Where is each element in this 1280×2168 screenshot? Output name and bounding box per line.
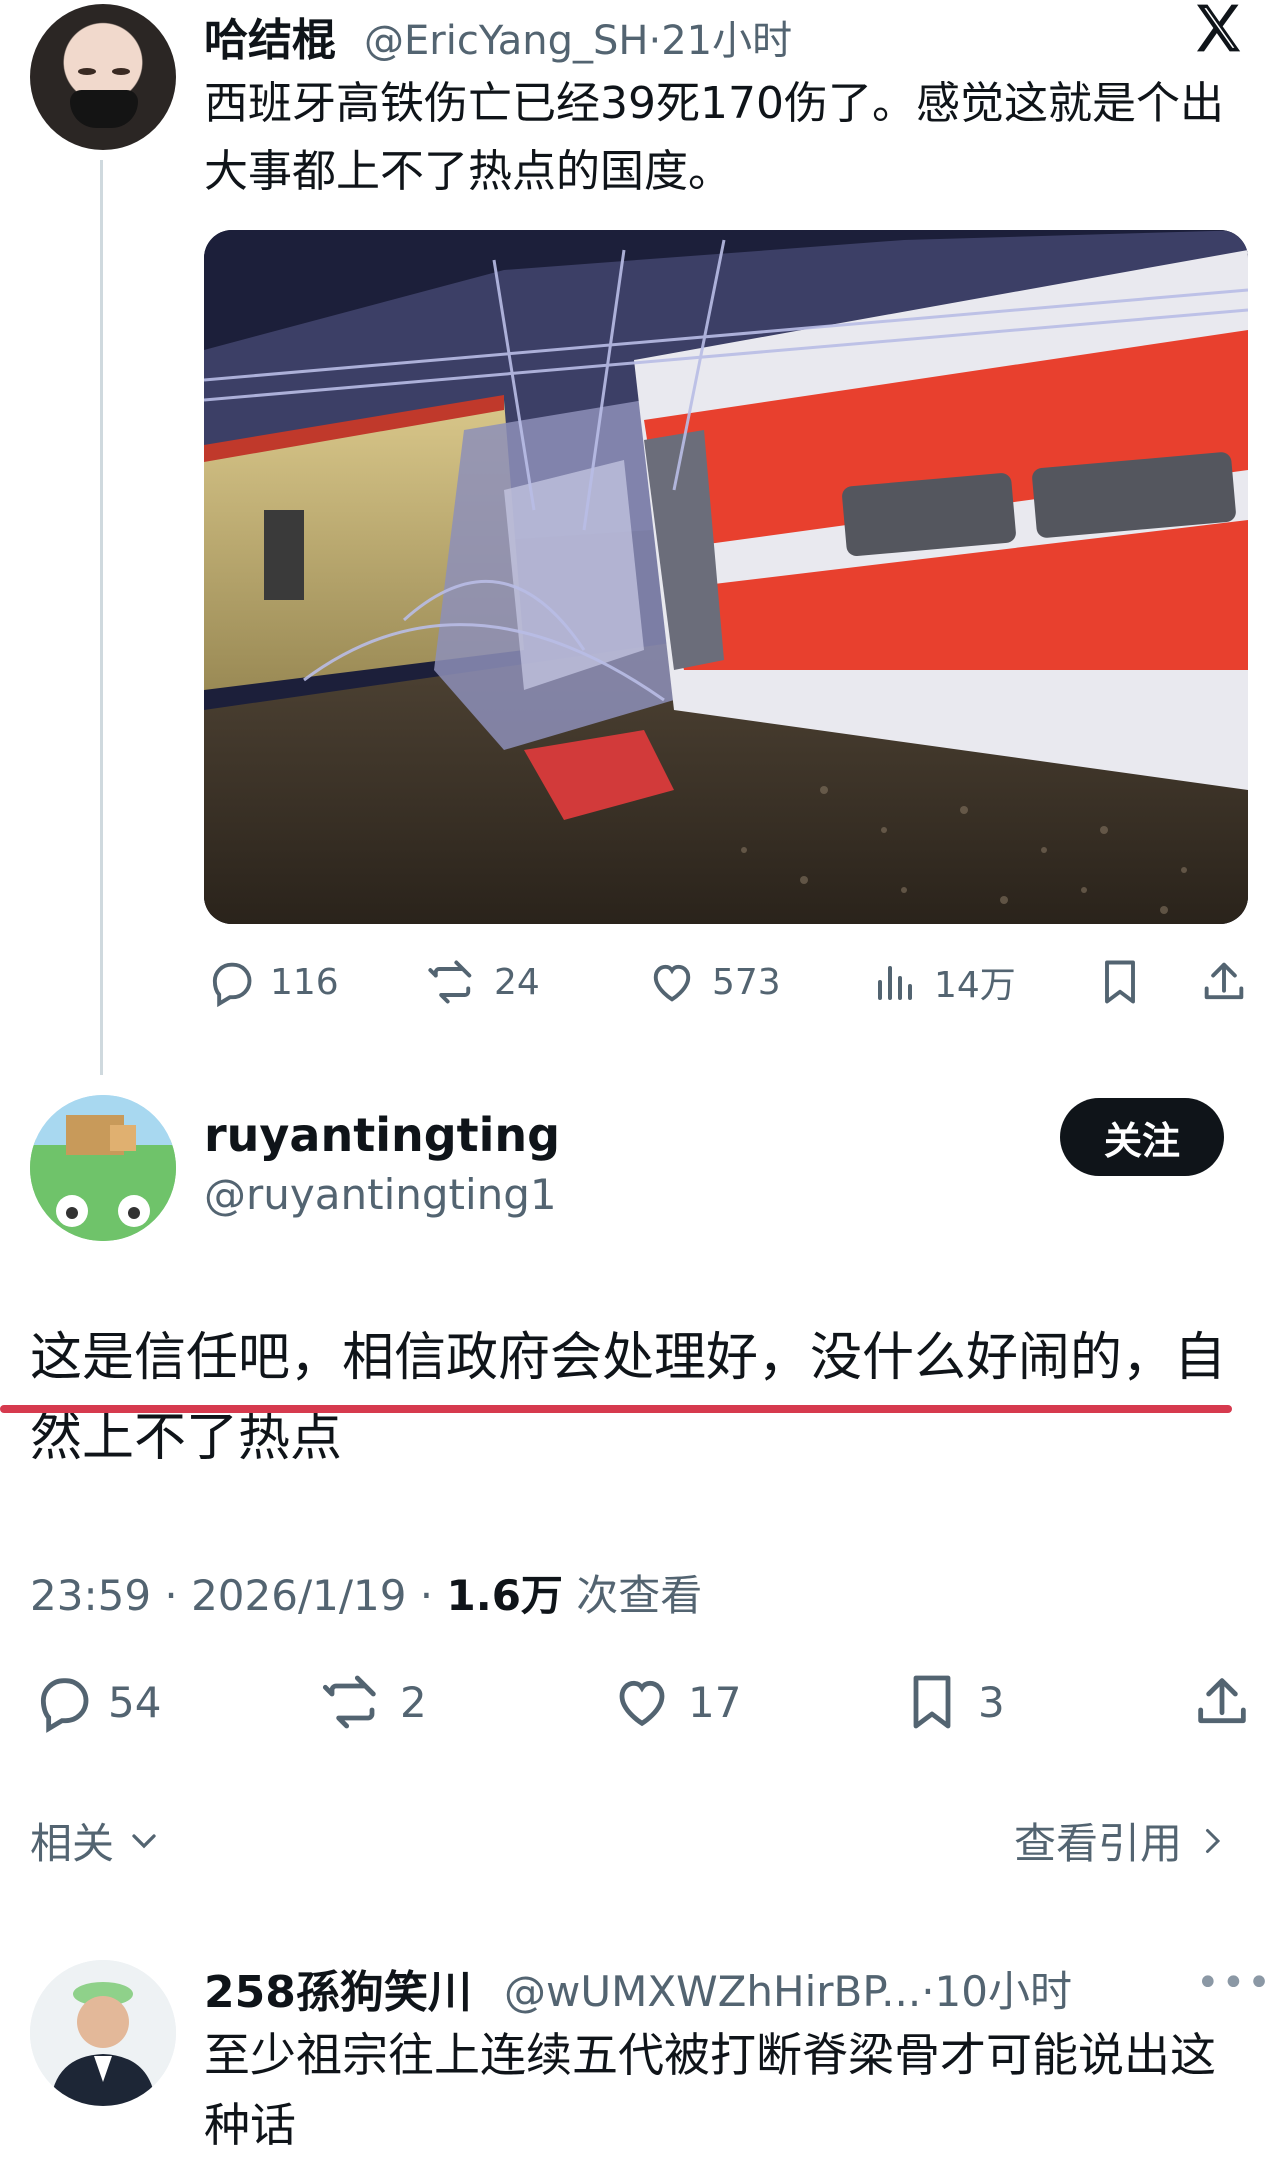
tweet-actions: 116 24 573 14万 [204, 956, 1250, 1008]
retweet-icon [322, 1675, 376, 1729]
reply-button[interactable]: 116 [204, 956, 424, 1008]
avatar-mask [70, 90, 138, 128]
avatar[interactable] [30, 1095, 176, 1241]
bookmark-button[interactable] [1094, 956, 1198, 1008]
like-count: 573 [712, 961, 781, 1003]
avatar-eye [78, 68, 96, 75]
related-dropdown[interactable]: 相关 [30, 1810, 164, 1871]
related-label: 相关 [30, 1819, 115, 1868]
retweet-button[interactable]: 2 [318, 1670, 610, 1734]
thread-line [100, 160, 103, 1075]
reply-count: 116 [270, 961, 339, 1003]
view-count: 14万 [934, 965, 1016, 1006]
chevron-right-icon [1206, 1828, 1221, 1853]
reply-icon [212, 962, 252, 1008]
like-button[interactable]: 573 [646, 956, 872, 1008]
reply-count: 54 [108, 1677, 162, 1727]
heart-icon [653, 964, 691, 1002]
share-button[interactable] [1198, 956, 1250, 1008]
like-button[interactable]: 17 [610, 1670, 900, 1734]
reply-author-handle[interactable]: @ruyantingting1 [204, 1170, 557, 1219]
author-name[interactable]: 哈结棍 [204, 4, 336, 68]
x-logo-icon [1197, 4, 1241, 52]
comment-author-name[interactable]: 258孫狗笑川 [204, 1956, 472, 2020]
cartoon-avatar-image [30, 1095, 176, 1241]
reply-views-count: 1.6万 [446, 1571, 563, 1620]
avatar-eye [112, 68, 130, 75]
comment-time: ·10小时 [921, 1967, 1072, 2016]
handle-text: @EricYang_SH [364, 18, 649, 64]
views-button[interactable]: 14万 [872, 956, 1094, 1008]
comment-text: 至少祖宗往上连续五代被打断脊梁骨才可能说出这种话 [204, 2028, 1216, 2152]
reply-button[interactable]: 54 [30, 1670, 318, 1734]
view-quotes-link[interactable]: 查看引用 [1014, 1810, 1230, 1871]
tweet-time: ·21小时 [648, 18, 793, 64]
bookmark-count: 3 [978, 1677, 1005, 1727]
heart-icon [619, 1680, 665, 1727]
avatar[interactable] [30, 4, 176, 150]
analytics-icon [878, 966, 912, 1000]
comment-author-handle[interactable]: @wUMXWZhHirBP...·10小时 [504, 1958, 1072, 2019]
view-quotes-label: 查看引用 [1014, 1819, 1183, 1868]
retweet-button[interactable]: 24 [424, 956, 646, 1008]
more-options-icon[interactable]: ••• [1196, 1960, 1273, 2006]
highlight-underline [0, 1405, 1232, 1413]
like-count: 17 [688, 1677, 742, 1727]
reply-timestamp: 23:59 · 2026/1/19 · [30, 1571, 434, 1620]
retweet-icon [428, 960, 472, 1004]
reply-text: 这是信任吧，相信政府会处理好，没什么好闹的，自然上不了热点 [30, 1328, 1227, 1468]
retweet-count: 24 [494, 961, 540, 1003]
avatar[interactable] [30, 1960, 176, 2106]
author-handle[interactable]: @EricYang_SH·21小时 [364, 8, 792, 66]
retweet-count: 2 [400, 1677, 427, 1727]
share-icon [1198, 1678, 1246, 1724]
bookmark-icon [913, 1675, 951, 1729]
reply-icon [40, 1678, 89, 1733]
follow-button[interactable]: 关注 [1060, 1098, 1224, 1176]
train-wreck-image [204, 230, 1248, 924]
share-button[interactable] [1190, 1670, 1254, 1734]
reply-actions: 54 2 17 3 [30, 1670, 1254, 1734]
comment-handle-text: @wUMXWZhHirBP... [504, 1967, 922, 2016]
share-icon [1204, 962, 1244, 1000]
tweet-photo[interactable] [204, 230, 1248, 924]
reply-views-label: 次查看 [576, 1571, 703, 1620]
chevron-down-icon [132, 1833, 156, 1848]
portrait-avatar-image [30, 1960, 176, 2106]
reply-author-name[interactable]: ruyantingting [204, 1108, 560, 1162]
tweet-text: 西班牙高铁伤亡已经39死170伤了。感觉这就是个出大事都上不了热点的国度。 [204, 78, 1224, 197]
bookmark-icon [1105, 960, 1135, 1004]
bookmark-button[interactable]: 3 [900, 1670, 1190, 1734]
reply-meta: 23:59 · 2026/1/19 · 1.6万 次查看 [30, 1562, 702, 1623]
